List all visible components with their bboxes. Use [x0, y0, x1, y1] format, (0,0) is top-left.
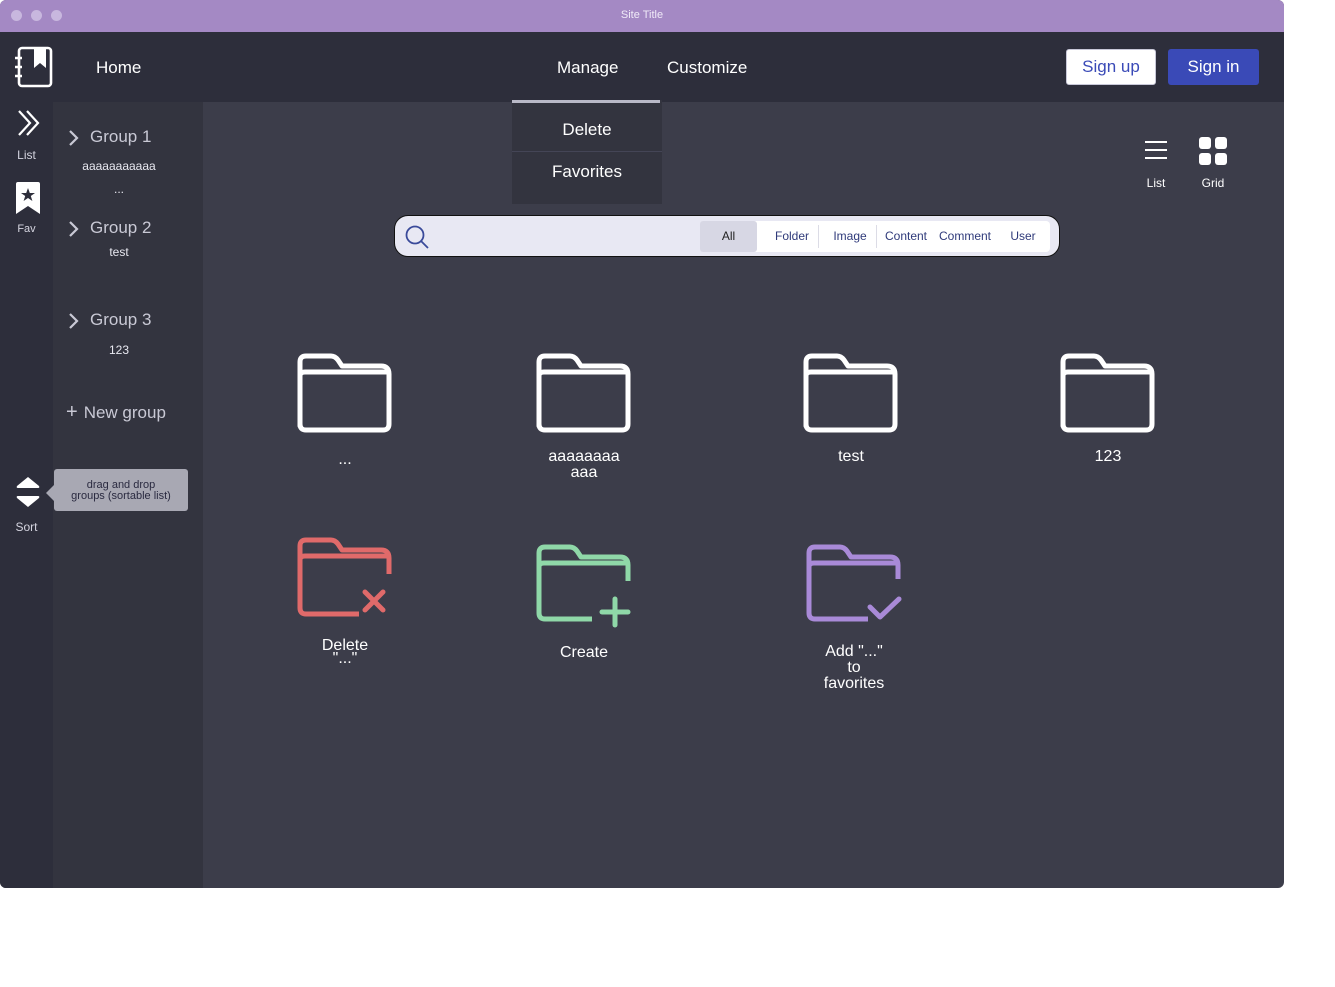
group-subitem[interactable]: ... [53, 182, 185, 196]
filter-comment[interactable]: Comment [934, 221, 996, 252]
nav-home-link[interactable]: Home [96, 58, 141, 78]
new-group-button[interactable]: + New group [66, 401, 166, 424]
favorite-label: favorites [823, 675, 885, 692]
sign-in-button[interactable]: Sign in [1168, 49, 1259, 85]
folder-label: 123 [1094, 448, 1122, 465]
plus-icon: + [66, 401, 78, 423]
sign-up-button[interactable]: Sign up [1066, 49, 1156, 85]
filter-folder[interactable]: Folder [762, 221, 822, 252]
folder-label: ... [338, 451, 352, 468]
create-label: Create [559, 644, 609, 661]
app-window: Site Title Home Manage Customize Sign up… [0, 0, 1284, 888]
search-bar[interactable]: All Folder Image Content Comment User [394, 215, 1060, 257]
folder-icon [803, 353, 898, 433]
list-view-label: List [1146, 176, 1166, 190]
folder-tile[interactable]: 123 [1028, 352, 1188, 465]
tooltip-line: groups (sortable list) [71, 490, 171, 502]
group-subitem[interactable]: aaaaaaaaaaa [53, 159, 185, 173]
chevron-right-icon [69, 313, 79, 329]
favorite-folder-tile[interactable]: Add "..." to favorites [774, 543, 934, 692]
bookmark-star-icon [16, 182, 40, 214]
notebook-bookmark-icon[interactable] [14, 46, 54, 88]
favorite-label: Add "..." [825, 643, 883, 660]
group-subitem[interactable]: 123 [53, 343, 185, 357]
folder-tile[interactable]: ... [265, 352, 425, 468]
folder-label: aaa [570, 464, 598, 481]
folder-delete-icon [297, 537, 392, 617]
new-group-label: New group [83, 403, 166, 422]
grid-view-button[interactable]: Grid [1188, 136, 1238, 190]
divider [818, 225, 819, 248]
folder-add-icon [536, 544, 631, 628]
search-filter-group: All Folder Image Content Comment User [700, 221, 1050, 252]
filter-all[interactable]: All [700, 221, 757, 252]
filter-user[interactable]: User [1000, 221, 1046, 252]
folder-icon [297, 353, 392, 433]
sort-handle-icon [16, 477, 40, 507]
search-icon[interactable] [404, 224, 430, 250]
window-title: Site Title [620, 9, 664, 21]
title-bar: Site Title [0, 0, 1284, 32]
delete-label: "..." [332, 650, 358, 667]
chevron-right-icon [69, 130, 79, 146]
dropdown-item-favorites[interactable]: Favorites [512, 162, 662, 182]
folder-tile[interactable]: aaaaaaaa aaa [504, 352, 664, 481]
delete-folder-tile[interactable]: Delete "..." [265, 536, 425, 667]
list-rail-label: List [17, 148, 36, 162]
dropdown-item-delete[interactable]: Delete [512, 120, 662, 140]
double-chevron-right-icon [18, 110, 40, 136]
divider [876, 225, 877, 248]
fav-rail-label: Fav [17, 223, 36, 235]
manage-dropdown: Delete Favorites [512, 100, 662, 204]
divider [512, 151, 662, 152]
grid-view-label: Grid [1201, 176, 1225, 190]
grid-icon [1199, 137, 1227, 165]
group-subitem[interactable]: test [53, 245, 185, 259]
folder-icon [1060, 353, 1155, 433]
folder-label: aaaaaaaa [548, 448, 620, 465]
filter-image[interactable]: Image [820, 221, 880, 252]
folder-label: test [838, 448, 864, 465]
group-title: Group 3 [90, 310, 152, 329]
dropdown-indicator [512, 100, 660, 103]
folder-icon [536, 353, 631, 433]
group-title: Group 2 [90, 218, 152, 237]
nav-customize-link[interactable]: Customize [667, 58, 747, 78]
nav-manage-link[interactable]: Manage [557, 58, 618, 78]
folder-tile[interactable]: test [771, 352, 931, 465]
folder-check-icon [806, 544, 902, 622]
group-title: Group 1 [90, 127, 152, 146]
chevron-right-icon [69, 221, 79, 237]
create-folder-tile[interactable]: Create [504, 543, 664, 661]
top-nav: Home Manage Customize Sign up Sign in [0, 32, 1284, 102]
sort-tooltip: drag and drop groups (sortable list) [46, 469, 188, 511]
list-icon [1145, 141, 1167, 159]
filter-content[interactable]: Content [880, 221, 932, 252]
favorite-label: to [847, 659, 861, 676]
search-input[interactable] [437, 224, 691, 250]
list-view-button[interactable]: List [1131, 138, 1181, 190]
sort-rail-label: Sort [15, 520, 38, 534]
